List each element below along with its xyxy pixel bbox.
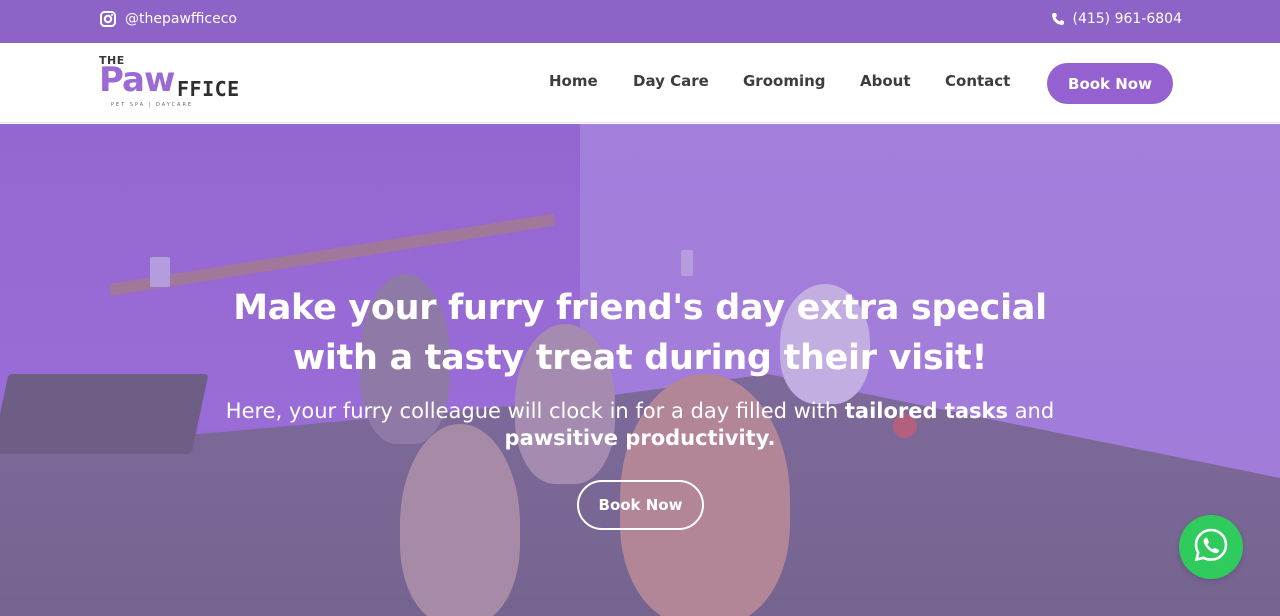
nav-grooming[interactable]: Grooming <box>743 72 826 90</box>
logo-tagline: PET SPA | DAYCARE <box>111 102 194 108</box>
hero-background-outlet <box>681 250 693 276</box>
hero-subtitle-text: and <box>1008 399 1055 423</box>
hero-title: Make your furry friend's day extra speci… <box>140 283 1140 383</box>
hero-title-line-1: Make your furry friend's day extra speci… <box>233 288 1047 328</box>
nav-day-care[interactable]: Day Care <box>633 72 709 90</box>
top-bar: @thepawfficeco (415) 961-6804 <box>0 0 1280 43</box>
hero-dog <box>400 424 520 616</box>
nav-contact[interactable]: Contact <box>945 72 1010 90</box>
instagram-icon <box>100 11 116 27</box>
hero-subtitle-text: Here, your furry colleague will clock in… <box>225 399 845 423</box>
hero-subtitle-highlight: pawsitive productivity. <box>504 426 776 450</box>
instagram-handle: @thepawfficeco <box>125 11 237 27</box>
hero-section: Make your furry friend's day extra speci… <box>0 124 1280 616</box>
instagram-link[interactable]: @thepawfficeco <box>100 11 237 27</box>
nav-home[interactable]: Home <box>549 72 598 90</box>
hero-title-line-2: with a tasty treat during their visit! <box>292 338 988 378</box>
header-book-now-button[interactable]: Book Now <box>1047 63 1173 104</box>
hero-subtitle: Here, your furry colleague will clock in… <box>140 398 1140 452</box>
nav-about[interactable]: About <box>860 72 911 90</box>
phone-link[interactable]: (415) 961-6804 <box>1051 11 1183 27</box>
phone-icon <box>1051 12 1065 26</box>
site-header: THE Paw FFICE PET SPA | DAYCARE Home Day… <box>0 43 1280 123</box>
whatsapp-icon <box>1192 526 1230 568</box>
phone-number: (415) 961-6804 <box>1072 11 1183 27</box>
whatsapp-button[interactable] <box>1179 515 1243 579</box>
hero-subtitle-highlight: tailored tasks <box>844 399 1009 423</box>
hero-book-now-button[interactable]: Book Now <box>577 480 704 530</box>
